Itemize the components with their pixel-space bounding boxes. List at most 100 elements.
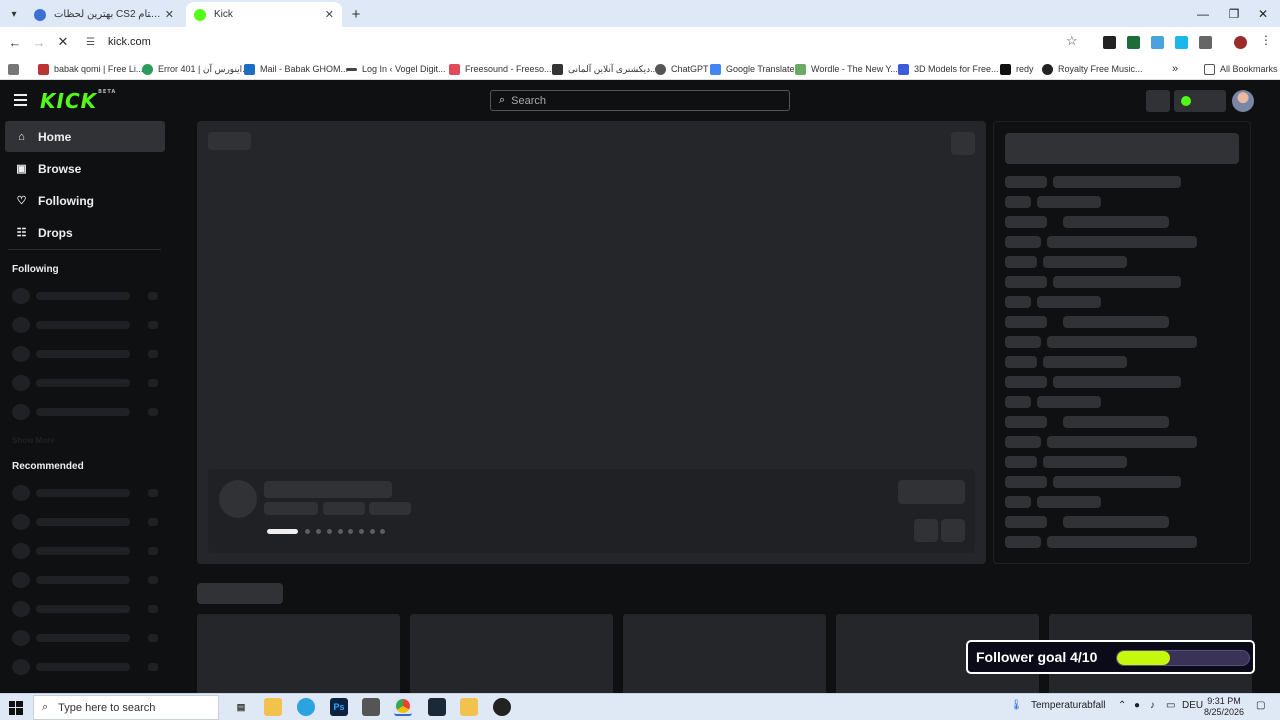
microphone-icon[interactable]: ● (1134, 700, 1140, 711)
telegram-icon[interactable] (297, 698, 315, 716)
carousel-dot[interactable] (380, 529, 385, 534)
recommended-skeleton-row[interactable] (12, 514, 162, 530)
bookmark-favicon-icon (898, 63, 909, 75)
tab-cs2-video[interactable]: بهترین لحظات CS2 کنار دوستام | ✕ (26, 2, 182, 27)
app-icon[interactable] (460, 698, 478, 716)
file-explorer-icon[interactable] (264, 698, 282, 716)
bookmark-item[interactable]: Freesound - Freeso... (449, 61, 552, 77)
forward-button[interactable]: → (30, 33, 48, 51)
bookmark-favicon-icon (449, 63, 460, 75)
bookmark-item[interactable]: Error 401 | اینورس آن... (142, 61, 250, 77)
featured-stream-carousel[interactable] (197, 121, 986, 564)
stream-card-skeleton[interactable] (197, 614, 400, 693)
extension-vimeo-icon[interactable] (1175, 36, 1188, 49)
bookmark-item[interactable]: Google Translate (710, 61, 795, 77)
stream-card-skeleton[interactable] (410, 614, 613, 693)
following-skeleton-row[interactable] (12, 346, 162, 362)
extensions-puzzle-icon[interactable] (1199, 36, 1212, 49)
carousel-dot[interactable] (370, 529, 375, 534)
menu-dots-icon[interactable]: ⋮ (1260, 33, 1273, 47)
weather-icon[interactable]: 🌡 (1010, 700, 1023, 711)
recommended-heading: Recommended (12, 461, 84, 472)
stream-card-skeleton[interactable] (623, 614, 826, 693)
steam-icon[interactable] (428, 698, 446, 716)
bookmark-item[interactable]: دیکشنری آنلاین آلمانی... (552, 61, 658, 77)
photoshop-icon[interactable]: Ps (330, 698, 348, 716)
tray-chevron-icon[interactable]: ⌃ (1118, 700, 1126, 711)
watch-button-skeleton[interactable] (898, 480, 965, 504)
volume-icon[interactable]: ♪ (1150, 700, 1155, 711)
tab-kick[interactable]: Kick ✕ (186, 2, 342, 27)
mute-button-skeleton[interactable] (951, 132, 975, 155)
recommended-skeleton-row[interactable] (12, 572, 162, 588)
obs-icon[interactable] (493, 698, 511, 716)
sidebar-item-drops[interactable]: ☷ Drops (5, 217, 165, 248)
all-bookmarks-button[interactable]: All Bookmarks (1204, 61, 1278, 77)
user-avatar[interactable] (1232, 90, 1254, 112)
bookmark-item[interactable]: Log In ‹ Vogel Digit... (346, 61, 446, 77)
bookmark-favicon-icon (142, 63, 153, 75)
carousel-dot[interactable] (316, 529, 321, 534)
profile-avatar-icon[interactable] (1234, 36, 1247, 49)
carousel-dot[interactable] (327, 529, 332, 534)
following-skeleton-row[interactable] (12, 317, 162, 333)
recommended-skeleton-row[interactable] (12, 485, 162, 501)
more-bookmarks-chevron-icon[interactable]: » (1172, 61, 1178, 77)
following-skeleton-row[interactable] (12, 404, 162, 420)
recommended-skeleton-row[interactable] (12, 601, 162, 617)
taskbar-clock[interactable]: 9:31 PM 8/25/2026 (1200, 696, 1248, 718)
bookmark-item[interactable]: ChatGPT (655, 61, 709, 77)
following-skeleton-row[interactable] (12, 375, 162, 391)
hamburger-menu-icon[interactable] (14, 94, 27, 106)
taskbar-search-input[interactable]: ⌕ Type here to search (33, 695, 219, 720)
recommended-skeleton-row[interactable] (12, 543, 162, 559)
recommended-skeleton-row[interactable] (12, 659, 162, 675)
bookmark-item[interactable]: Wordle - The New Y... (795, 61, 898, 77)
bookmark-item[interactable]: redy (1000, 61, 1034, 77)
bookmark-item[interactable]: 3D Models for Free... (898, 61, 999, 77)
apps-grid-icon[interactable] (8, 61, 24, 77)
bookmark-item[interactable]: babak qomi | Free Li... (38, 61, 143, 77)
show-more-link[interactable]: Show More (12, 436, 55, 445)
prev-button-skeleton[interactable] (914, 519, 938, 542)
extension-green-icon[interactable] (1127, 36, 1140, 49)
carousel-dot[interactable] (348, 529, 353, 534)
carousel-dot[interactable] (338, 529, 343, 534)
header-skeleton-button[interactable] (1146, 90, 1170, 112)
close-window-button[interactable]: ✕ (1246, 0, 1280, 27)
chrome-icon[interactable] (394, 698, 412, 716)
extension-m-icon[interactable] (1151, 36, 1164, 49)
search-input[interactable]: ⌕ Search (490, 90, 790, 111)
carousel-dot[interactable] (359, 529, 364, 534)
weather-text[interactable]: Temperaturabfall (1031, 700, 1105, 711)
sidebar-item-home[interactable]: ⌂ Home (5, 121, 165, 152)
bookmark-item[interactable]: Mail - Babak GHOM... (244, 61, 348, 77)
task-view-icon[interactable]: ▤ (232, 698, 250, 716)
kick-coins-button[interactable] (1174, 90, 1226, 112)
minimize-button[interactable]: — (1186, 0, 1220, 27)
carousel-dot-active[interactable] (267, 529, 298, 534)
network-icon[interactable]: ▭ (1166, 700, 1175, 711)
reload-button[interactable]: ✕ (54, 33, 72, 51)
bookmark-favicon-icon (552, 63, 563, 75)
sidebar-item-browse[interactable]: ▣ Browse (5, 153, 165, 184)
extension-pen-icon[interactable] (1103, 36, 1116, 49)
bookmark-star-icon[interactable]: ☆ (1066, 33, 1078, 49)
recommended-skeleton-row[interactable] (12, 630, 162, 646)
sidebar-item-following[interactable]: ♡ Following (5, 185, 165, 216)
new-tab-button[interactable]: + (346, 4, 366, 24)
bookmark-item[interactable]: Royalty Free Music... (1042, 61, 1143, 77)
kick-logo[interactable]: KICKBETA (40, 89, 116, 113)
site-info-icon[interactable]: ☰ (86, 36, 98, 48)
carousel-dot[interactable] (305, 529, 310, 534)
start-button[interactable] (6, 698, 26, 718)
notifications-icon[interactable]: ▢ (1256, 700, 1265, 711)
following-skeleton-row[interactable] (12, 288, 162, 304)
calculator-icon[interactable] (362, 698, 380, 716)
tab-search-chevron-icon[interactable]: ▾ (4, 4, 24, 24)
back-button[interactable]: ← (6, 33, 24, 51)
next-button-skeleton[interactable] (941, 519, 965, 542)
address-bar[interactable]: ☰ kick.com (80, 31, 1090, 53)
close-tab-icon[interactable]: ✕ (325, 8, 334, 21)
close-tab-icon[interactable]: ✕ (165, 8, 174, 21)
